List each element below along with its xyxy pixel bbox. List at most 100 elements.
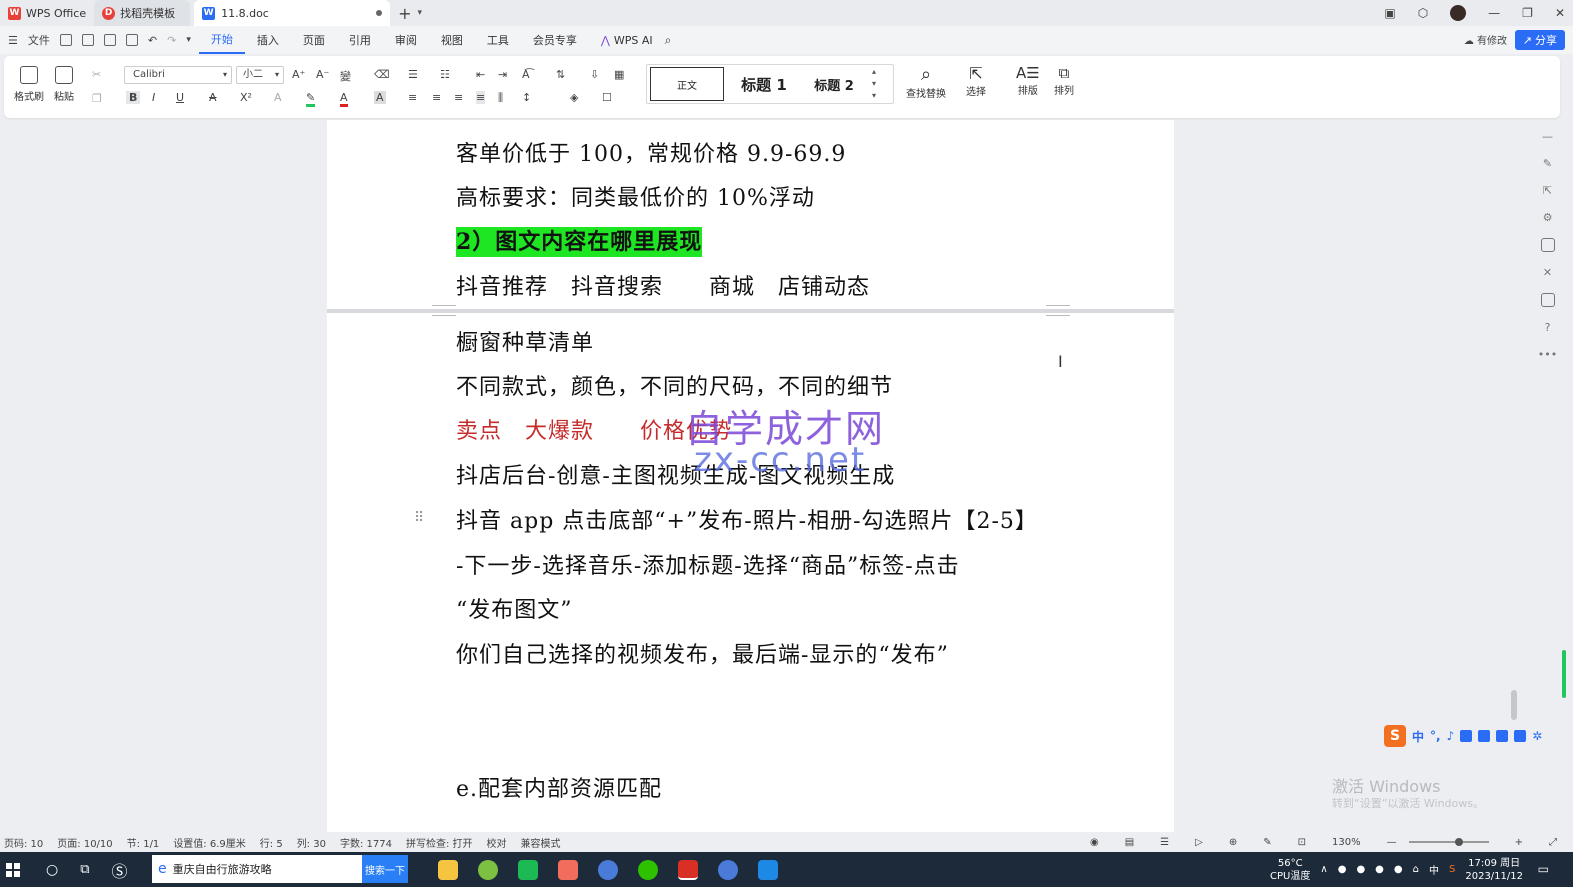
doc-line[interactable]: 抖音 app 点击底部“+”发布-照片-相册-勾选照片【2-5】 xyxy=(456,503,1038,535)
tray-app-icon[interactable]: ● xyxy=(1394,864,1403,875)
phonetic-icon[interactable]: 變 xyxy=(340,68,351,84)
tab-review[interactable]: 审阅 xyxy=(383,26,429,54)
doc-line[interactable]: e.配套内部资源匹配 xyxy=(456,771,662,803)
distribute-icon[interactable]: ⫼ xyxy=(498,91,503,105)
chevron-down-icon[interactable]: ▾ xyxy=(418,8,423,18)
find-replace-button[interactable]: ⌕ 查找替换 xyxy=(906,64,946,100)
status-proof[interactable]: 校对 xyxy=(487,835,507,850)
settings-icon[interactable]: ✲ xyxy=(1532,729,1542,743)
status-words[interactable]: 字数: 1774 xyxy=(340,835,392,850)
tab-references[interactable]: 引用 xyxy=(337,26,383,54)
font-name-select[interactable]: Calibri ▾ xyxy=(124,66,232,84)
wechat-tray-icon[interactable]: ● xyxy=(1338,864,1347,875)
clock[interactable]: 17:09 周日 2023/11/12 xyxy=(1465,857,1523,883)
tab-home[interactable]: 开始 xyxy=(198,26,245,54)
tab-tools[interactable]: 工具 xyxy=(475,26,521,54)
has-changes-status[interactable]: ☁ 有修改 xyxy=(1464,32,1507,47)
search-icon[interactable]: ⌕ xyxy=(665,33,672,48)
save-icon[interactable] xyxy=(59,34,72,46)
strikethrough-icon[interactable]: A xyxy=(209,91,217,104)
eraser-icon[interactable]: ⌫ xyxy=(374,68,390,81)
app-blue-icon[interactable] xyxy=(758,860,778,880)
browser2-icon[interactable] xyxy=(718,860,738,880)
style-heading-2[interactable]: 标题 2 xyxy=(804,67,864,101)
char-shading-icon[interactable]: A xyxy=(374,91,386,104)
taskbar-search-button[interactable]: 搜索一下 xyxy=(362,855,408,883)
pointer-icon[interactable]: ⇱ xyxy=(1543,184,1552,197)
sort-icon[interactable]: ⇅ xyxy=(556,68,565,81)
tab-page[interactable]: 页面 xyxy=(291,26,337,54)
bold-icon[interactable]: B xyxy=(126,91,141,104)
grow-font-icon[interactable]: A⁺ xyxy=(292,68,305,81)
help-icon[interactable]: ? xyxy=(1545,321,1551,334)
highlight-icon[interactable]: ✎ xyxy=(306,91,316,107)
tab-view[interactable]: 视图 xyxy=(429,26,475,54)
skin-icon[interactable] xyxy=(1478,730,1491,742)
tools-icon[interactable]: ✕ xyxy=(1543,266,1552,279)
play-icon[interactable]: ▷ xyxy=(1195,837,1203,848)
file-explorer-icon[interactable] xyxy=(438,860,458,880)
ime-tray[interactable]: 中 xyxy=(1429,862,1439,877)
zoom-in-icon[interactable]: + xyxy=(1515,837,1523,848)
doc-line[interactable]: -下一步-选择音乐-添加标题-选择“商品”标签-点击 xyxy=(456,548,960,580)
doc-heading[interactable]: 2）图文内容在哪里展现 xyxy=(456,224,703,257)
style-normal[interactable]: 正文 xyxy=(650,67,724,101)
shrink-font-icon[interactable]: A⁻ xyxy=(316,68,329,81)
tab-member[interactable]: 会员专享 xyxy=(521,26,589,54)
cut-icon[interactable]: ✂ xyxy=(92,68,101,81)
network-icon[interactable]: ⌂ xyxy=(1413,864,1419,875)
web-view-icon[interactable]: ⊕ xyxy=(1229,837,1237,848)
align-center-icon[interactable]: ≡ xyxy=(432,91,441,104)
superscript-icon[interactable]: X² xyxy=(240,91,252,104)
undo-icon[interactable]: ↶ xyxy=(148,34,157,47)
task-view-icon[interactable]: ⧉ xyxy=(80,862,89,877)
doc-line[interactable]: “发布图文” xyxy=(456,592,573,624)
page-view-icon[interactable]: ▤ xyxy=(1125,837,1134,848)
italic-icon[interactable]: I xyxy=(152,91,155,104)
cpu-temp[interactable]: 56°C CPU温度 xyxy=(1270,857,1310,883)
doc-line[interactable]: 你们自己选择的视频发布，最后端-显示的“发布” xyxy=(456,637,949,669)
menu-file[interactable]: 文件 xyxy=(28,32,50,48)
line-spacing-icon[interactable]: ↕ xyxy=(522,91,531,104)
paste-button[interactable]: 粘贴 xyxy=(54,66,74,103)
table-icon[interactable]: ▦ xyxy=(614,68,624,81)
layout-icon[interactable]: ▣ xyxy=(1384,6,1395,20)
doc-line[interactable]: 客单价低于 100，常规价格 9.9-69.9 xyxy=(456,136,846,168)
tray-app-icon[interactable]: ● xyxy=(1356,864,1365,875)
sogou-s-icon[interactable]: Ⓢ xyxy=(112,858,128,882)
status-section[interactable]: 节: 1/1 xyxy=(127,835,160,850)
justify-icon[interactable]: ≡ xyxy=(476,91,486,104)
print-icon[interactable] xyxy=(103,34,116,46)
notification-icon[interactable]: ▭ xyxy=(1538,862,1549,876)
copy-icon[interactable]: ❐ xyxy=(92,92,102,105)
zoom-value[interactable]: 130% xyxy=(1332,837,1361,848)
increase-indent-icon[interactable]: ⇥ xyxy=(498,68,507,81)
text-direction-icon[interactable]: A͡ xyxy=(522,68,530,81)
tab-wps-office[interactable]: W WPS Office xyxy=(0,0,94,26)
iqiyi-icon[interactable] xyxy=(518,860,538,880)
tab-insert[interactable]: 插入 xyxy=(245,26,291,54)
mic-icon[interactable]: ♪ xyxy=(1447,729,1455,743)
underline-icon[interactable]: U xyxy=(176,91,184,104)
fullscreen-icon[interactable]: ⤢ xyxy=(1549,837,1557,848)
restore-icon[interactable]: ❐ xyxy=(1522,6,1533,20)
style-heading-1[interactable]: 标题 1 xyxy=(724,67,804,101)
chevron-down-icon[interactable]: ▾ xyxy=(186,35,191,45)
image-icon[interactable] xyxy=(1540,238,1555,252)
app-red-icon[interactable] xyxy=(558,860,578,880)
browser-icon[interactable] xyxy=(598,860,618,880)
sort-az-icon[interactable]: ⇩ xyxy=(590,68,599,81)
punctuation-icon[interactable]: °, xyxy=(1430,729,1441,743)
status-row[interactable]: 行: 5 xyxy=(260,835,283,850)
ime-mode[interactable]: 中 xyxy=(1412,728,1424,745)
status-spellcheck[interactable]: 拼写检查: 打开 xyxy=(406,835,473,850)
avatar[interactable] xyxy=(1450,5,1467,21)
tray-app-icon[interactable]: ● xyxy=(1375,864,1384,875)
hamburger-icon[interactable]: ☰ xyxy=(8,34,18,47)
new-tab-icon[interactable]: + xyxy=(398,4,411,23)
align-right-icon[interactable]: ≡ xyxy=(454,91,463,104)
taskbar-search[interactable]: e 重庆自由行旅游攻略 搜索一下 xyxy=(152,855,408,883)
minimize-icon[interactable]: — xyxy=(1488,6,1500,20)
export-icon[interactable] xyxy=(81,34,94,46)
pen-icon[interactable]: ✎ xyxy=(1543,157,1552,170)
